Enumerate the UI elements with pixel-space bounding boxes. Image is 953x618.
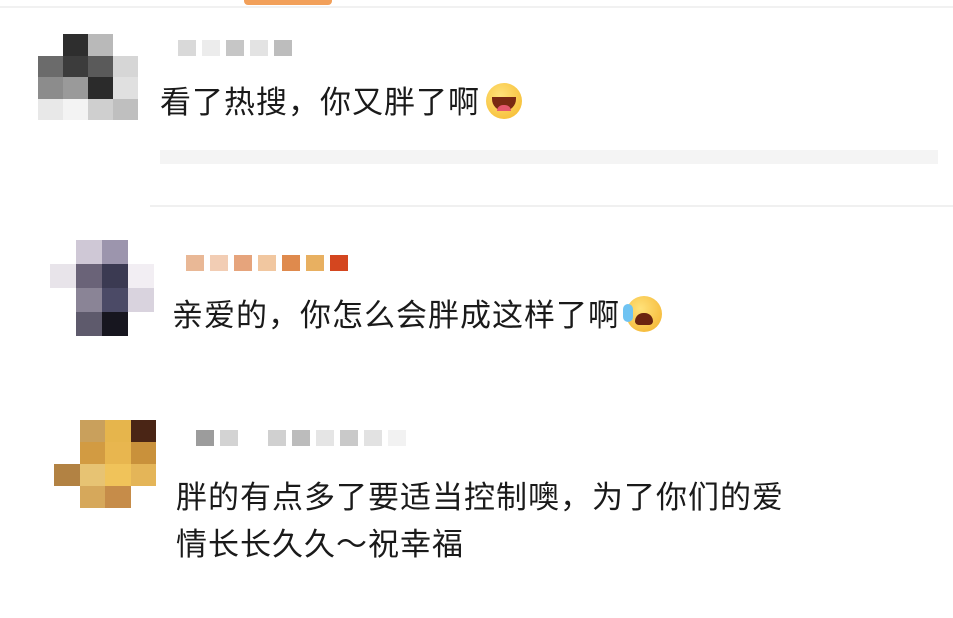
comment-text: 看了热搜，你又胖了啊	[160, 80, 522, 127]
avatar-mosaic-cell	[50, 264, 76, 288]
avatar-mosaic-cell	[113, 98, 138, 120]
comment-text: 胖的有点多了要适当控制噢，为了你们的爱 情长长久久～祝幸福	[176, 475, 784, 569]
avatar[interactable]	[54, 420, 156, 508]
comment-divider	[150, 205, 953, 207]
avatar-mosaic-cell	[105, 464, 131, 486]
username-mosaic-cell	[388, 430, 406, 446]
username-mosaic-cell	[226, 40, 244, 56]
avatar-mosaic-cell	[76, 264, 102, 288]
avatar-mosaic-cell	[105, 486, 131, 508]
avatar-mosaic-cell	[63, 34, 88, 56]
avatar-mosaic-cell	[88, 55, 113, 77]
avatar-mosaic-cell	[38, 34, 63, 56]
username-mosaic-cell	[234, 255, 252, 271]
avatar-mosaic-cell	[130, 486, 156, 508]
username-blurred[interactable]	[178, 40, 292, 56]
avatar-mosaic-cell	[50, 288, 76, 312]
username-mosaic-cell	[178, 40, 196, 56]
avatar-mosaic-cell	[54, 420, 80, 442]
username-blurred[interactable]	[196, 430, 406, 446]
username-mosaic-cell	[316, 430, 334, 446]
avatar-mosaic-cell	[128, 240, 154, 264]
username-mosaic-cell	[244, 430, 262, 446]
avatar-mosaic-cell	[79, 442, 105, 464]
avatar-mosaic-cell	[105, 442, 131, 464]
avatar-mosaic-cell	[63, 77, 88, 99]
avatar-mosaic-cell	[79, 486, 105, 508]
avatar-mosaic-cell	[54, 464, 80, 486]
avatar-mosaic-cell	[50, 312, 76, 336]
avatar-mosaic-cell	[105, 420, 131, 442]
avatar-mosaic-cell	[102, 264, 128, 288]
grinning-face-emoji-icon	[486, 83, 522, 119]
avatar-mosaic-cell	[76, 240, 102, 264]
avatar-mosaic-cell	[113, 34, 138, 56]
username-mosaic-cell	[306, 255, 324, 271]
reply-preview-bar[interactable]	[160, 150, 938, 164]
avatar-mosaic-cell	[38, 98, 63, 120]
top-divider	[0, 6, 953, 8]
username-blurred[interactable]	[186, 255, 348, 271]
avatar[interactable]	[38, 34, 138, 120]
active-tab-indicator	[244, 0, 332, 5]
avatar-mosaic-cell	[54, 486, 80, 508]
username-mosaic-cell	[292, 430, 310, 446]
avatar-mosaic-cell	[38, 77, 63, 99]
username-mosaic-cell	[340, 430, 358, 446]
avatar-mosaic-cell	[50, 240, 76, 264]
username-mosaic-cell	[364, 430, 382, 446]
username-mosaic-cell	[282, 255, 300, 271]
avatar-mosaic-cell	[54, 442, 80, 464]
avatar-mosaic-cell	[102, 312, 128, 336]
avatar-mosaic-cell	[76, 288, 102, 312]
username-mosaic-cell	[274, 40, 292, 56]
avatar-mosaic-cell	[63, 55, 88, 77]
avatar-mosaic-cell	[128, 264, 154, 288]
avatar-mosaic-cell	[128, 288, 154, 312]
comment-body: 亲爱的，你怎么会胖成这样了啊	[172, 298, 620, 334]
avatar-mosaic-cell	[88, 77, 113, 99]
comment-body-line-1: 胖的有点多了要适当控制噢，为了你们的爱	[176, 480, 784, 516]
avatar-mosaic-cell	[113, 55, 138, 77]
avatar-mosaic-cell	[88, 34, 113, 56]
avatar-mosaic-cell	[130, 464, 156, 486]
username-mosaic-cell	[268, 430, 286, 446]
crying-laughing-face-emoji-icon	[623, 296, 662, 332]
comment-body: 看了热搜，你又胖了啊	[160, 85, 480, 121]
avatar-mosaic-cell	[38, 55, 63, 77]
avatar-mosaic-cell	[102, 240, 128, 264]
avatar[interactable]	[50, 240, 154, 336]
avatar-mosaic-cell	[79, 420, 105, 442]
username-mosaic-cell	[220, 430, 238, 446]
avatar-mosaic-cell	[113, 77, 138, 99]
username-mosaic-cell	[196, 430, 214, 446]
avatar-mosaic-cell	[88, 98, 113, 120]
avatar-mosaic-cell	[130, 420, 156, 442]
username-mosaic-cell	[258, 255, 276, 271]
username-mosaic-cell	[186, 255, 204, 271]
comment-text: 亲爱的，你怎么会胖成这样了啊	[172, 293, 662, 340]
username-mosaic-cell	[202, 40, 220, 56]
avatar-mosaic-cell	[128, 312, 154, 336]
avatar-mosaic-cell	[130, 442, 156, 464]
avatar-mosaic-cell	[102, 288, 128, 312]
username-mosaic-cell	[210, 255, 228, 271]
avatar-mosaic-cell	[79, 464, 105, 486]
username-mosaic-cell	[250, 40, 268, 56]
avatar-mosaic-cell	[63, 98, 88, 120]
comment-body-line-2: 情长长久久～祝幸福	[176, 527, 464, 563]
avatar-mosaic-cell	[76, 312, 102, 336]
username-mosaic-cell	[330, 255, 348, 271]
